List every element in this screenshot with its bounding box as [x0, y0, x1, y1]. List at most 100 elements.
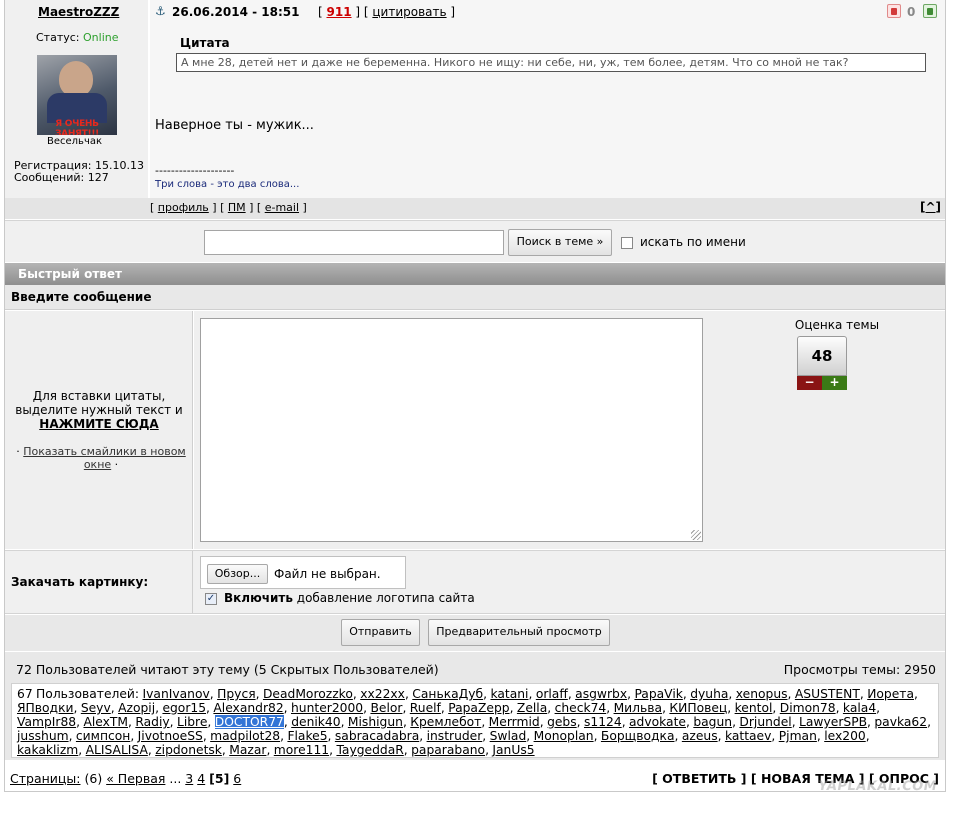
reader-user-link[interactable]: madpilot28 — [210, 729, 280, 743]
message-textarea[interactable] — [200, 318, 703, 542]
resize-handle[interactable] — [691, 530, 701, 540]
reader-user-link[interactable]: Monoplan — [534, 729, 594, 743]
email-link[interactable]: e-mail — [265, 201, 299, 214]
search-topic-button[interactable]: Поиск в теме » — [508, 229, 612, 256]
reader-user-link[interactable]: Zella — [517, 701, 547, 715]
reader-user-link[interactable]: hunter2000 — [291, 701, 363, 715]
first-page-link[interactable]: « Первая — [106, 771, 165, 786]
search-input[interactable] — [204, 230, 504, 255]
reader-user-link[interactable]: pavka62 — [874, 715, 927, 729]
reader-user-link[interactable]: check74 — [555, 701, 607, 715]
reader-user-link[interactable]: КИПовец — [669, 701, 727, 715]
reader-user-link[interactable]: kattaev — [725, 729, 771, 743]
reader-user-link[interactable]: IvanIvanov — [143, 687, 210, 701]
page-4-link[interactable]: 4 — [197, 771, 205, 786]
reader-user-link[interactable]: DeadMorozzko — [263, 687, 353, 701]
reader-user-link[interactable]: PapaVik — [634, 687, 682, 701]
reader-user-link[interactable]: симпсон — [76, 729, 130, 743]
file-input[interactable]: Обзор... Файл не выбран. — [200, 556, 406, 589]
logo-checkbox[interactable]: ✓ — [205, 593, 217, 605]
reader-user-link[interactable]: Иорета — [867, 687, 914, 701]
reader-user-link[interactable]: advokate — [629, 715, 686, 729]
reader-user-link[interactable]: gebs — [547, 715, 577, 729]
reader-user-link[interactable]: Dimon78 — [780, 701, 836, 715]
reader-user-link[interactable]: Drjundel — [739, 715, 791, 729]
reader-user-link[interactable]: sabracadabra — [335, 729, 419, 743]
reader-user-link[interactable]: Seyv — [81, 701, 111, 715]
reader-user-link[interactable]: JivotnoeSS — [138, 729, 203, 743]
search-by-name-checkbox[interactable] — [621, 237, 633, 249]
reader-user-link[interactable]: ASUSTENT — [795, 687, 860, 701]
page-3-link[interactable]: 3 — [185, 771, 193, 786]
reader-user-link[interactable]: PapaZepp — [448, 701, 509, 715]
reply-button[interactable]: [ ОТВЕТИТЬ ] — [652, 771, 746, 786]
quote-link[interactable]: цитировать — [372, 5, 446, 19]
anchor-icon[interactable]: ⚓ — [155, 4, 166, 18]
author-avatar[interactable]: Я ОЧЕНЬ ЗАНЯТ!!! — [37, 55, 117, 135]
pm-link[interactable]: ПМ — [228, 201, 246, 214]
logo-option-label: Включить добавление логотипа сайта — [224, 591, 475, 605]
vote-up-icon[interactable] — [923, 4, 937, 18]
reader-user-link[interactable]: Libre — [177, 715, 207, 729]
author-username[interactable]: MaestroZZZ — [38, 5, 119, 19]
page-6-link[interactable]: 6 — [233, 771, 241, 786]
reader-user-link[interactable]: Борщводка — [601, 729, 675, 743]
insert-quote-link[interactable]: НАЖМИТЕ СЮДА — [5, 417, 193, 431]
reader-user-link[interactable]: lex200 — [824, 729, 866, 743]
reader-user-link[interactable]: Ruelf — [410, 701, 441, 715]
reader-user-link[interactable]: orlaff — [536, 687, 568, 701]
reader-user-link[interactable]: Mishigun — [348, 715, 403, 729]
reader-user-link[interactable]: paparabano — [411, 743, 485, 757]
rating-minus-button[interactable]: − — [797, 376, 822, 390]
post-number-link[interactable]: 911 — [327, 5, 352, 19]
vote-down-icon[interactable] — [887, 4, 901, 18]
reader-user-link[interactable]: xx22xx — [360, 687, 405, 701]
reader-user-link[interactable]: Merrmid — [489, 715, 540, 729]
profile-link[interactable]: профиль — [158, 201, 209, 214]
reader-user-link[interactable]: jusshum — [17, 729, 69, 743]
reader-user-link[interactable]: AlexTM — [83, 715, 128, 729]
reader-user-link[interactable]: Pjman — [779, 729, 817, 743]
reader-user-link[interactable]: dyuha — [690, 687, 728, 701]
preview-button[interactable]: Предварительный просмотр — [428, 619, 610, 646]
reader-user-link[interactable]: more111 — [274, 743, 329, 757]
reader-user-link[interactable]: Мильва — [614, 701, 663, 715]
reader-user-link[interactable]: xenopus — [736, 687, 788, 701]
reader-user-link[interactable]: VampIr88 — [17, 715, 76, 729]
pages-label[interactable]: Страницы: — [10, 771, 81, 786]
reader-user-link[interactable]: katani — [490, 687, 528, 701]
browse-button[interactable]: Обзор... — [207, 564, 268, 584]
reader-user-link[interactable]: Flake5 — [287, 729, 327, 743]
reader-user-link[interactable]: Кремлебот — [410, 715, 481, 729]
reader-user-link[interactable]: kentol — [735, 701, 773, 715]
send-button[interactable]: Отправить — [341, 619, 420, 646]
reader-user-link[interactable]: egor15 — [162, 701, 206, 715]
reader-user-link[interactable]: azeus — [682, 729, 718, 743]
reader-user-link[interactable]: asgwrbx — [575, 687, 627, 701]
reader-user-link[interactable]: denik40 — [291, 715, 340, 729]
reader-user-link[interactable]: Azopij — [118, 701, 155, 715]
reader-user-link[interactable]: bagun — [693, 715, 732, 729]
reader-user-link[interactable]: ЯПводки — [17, 701, 73, 715]
reader-user-link[interactable]: Пруся — [217, 687, 256, 701]
rating-plus-button[interactable]: + — [822, 376, 847, 390]
reader-user-link[interactable]: kala4 — [843, 701, 876, 715]
reader-user-link[interactable]: ALISALISA — [86, 743, 148, 757]
reader-user-link[interactable]: JanUs5 — [492, 743, 534, 757]
reader-user-link[interactable]: Swlad — [490, 729, 527, 743]
scroll-top-link[interactable]: [^] — [920, 200, 941, 214]
reader-user-link[interactable]: Mazar — [229, 743, 266, 757]
reader-user-link[interactable]: Radiy — [135, 715, 169, 729]
reader-user-link[interactable]: zipdonetsk — [155, 743, 222, 757]
reader-user-link[interactable]: Belor — [370, 701, 402, 715]
show-smilies-link[interactable]: Показать смайлики в новом окне — [23, 445, 185, 471]
reader-user-link[interactable]: instruder — [427, 729, 483, 743]
reader-user-link[interactable]: Alexandr82 — [213, 701, 283, 715]
reader-user-link[interactable]: kakaklizm — [17, 743, 78, 757]
reader-user-link[interactable]: s1124 — [584, 715, 622, 729]
reader-user-link[interactable]: LawyerSPB — [799, 715, 867, 729]
reader-user-link[interactable]: СанькаДуб — [412, 687, 483, 701]
users-count-label: 67 Пользователей: — [17, 687, 140, 701]
reader-user-link[interactable]: DOCTOR77 — [214, 715, 284, 729]
reader-user-link[interactable]: TaygeddaR — [336, 743, 403, 757]
